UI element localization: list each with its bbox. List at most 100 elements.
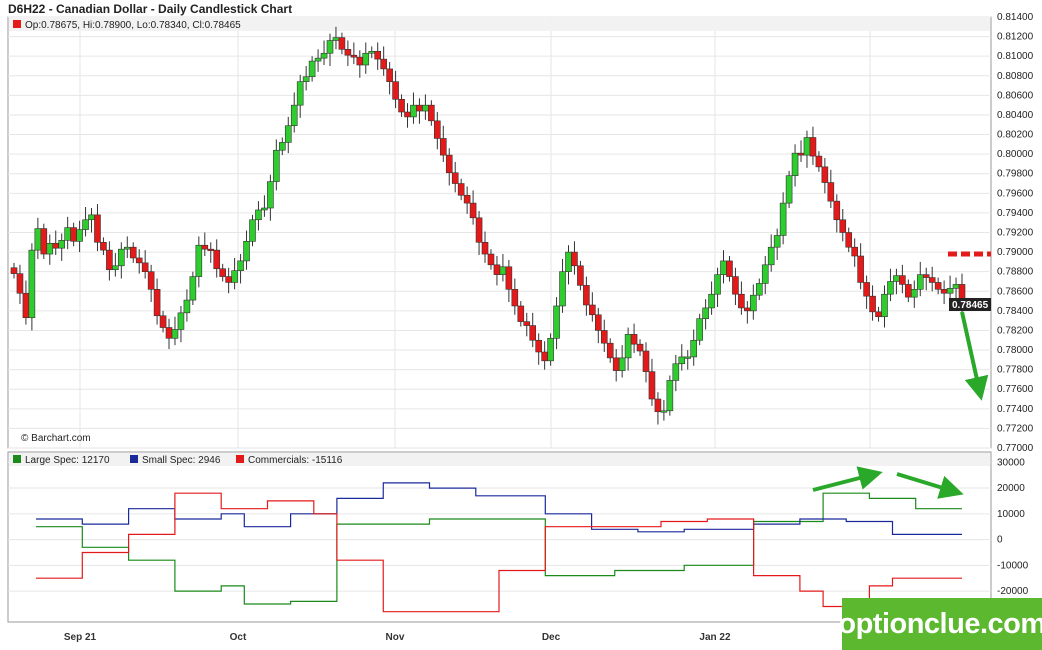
candle-body bbox=[445, 154, 453, 174]
candle-body bbox=[243, 241, 250, 262]
price-tick-label: 0.81000 bbox=[997, 51, 1034, 62]
legend-swatch bbox=[130, 455, 138, 463]
price-tick-label: 0.78600 bbox=[997, 286, 1034, 297]
candle-body bbox=[70, 227, 77, 242]
candle-body bbox=[487, 253, 495, 266]
candle-body bbox=[350, 54, 358, 58]
candle-body bbox=[475, 217, 483, 243]
candle-body bbox=[159, 315, 167, 328]
candle-body bbox=[642, 350, 650, 372]
candle-body bbox=[398, 98, 405, 113]
candle-body bbox=[571, 251, 578, 267]
candle-body bbox=[809, 137, 817, 157]
cot-tick-label: 0 bbox=[997, 535, 1003, 546]
candle-body bbox=[267, 181, 274, 209]
candle-body bbox=[177, 312, 185, 330]
candle-body bbox=[368, 50, 376, 54]
candle-body bbox=[821, 166, 829, 183]
candle-body bbox=[773, 235, 781, 248]
candle-body bbox=[833, 200, 841, 221]
candle-body bbox=[94, 214, 101, 243]
candle-body bbox=[905, 284, 912, 298]
candle-body bbox=[392, 81, 399, 100]
candle-body bbox=[559, 271, 566, 307]
candle-body bbox=[308, 60, 316, 78]
candle-body bbox=[732, 276, 739, 295]
candle-body bbox=[785, 175, 793, 204]
candle-body bbox=[106, 249, 113, 271]
candle-body bbox=[881, 293, 888, 318]
candle-body bbox=[332, 37, 340, 41]
candle-body bbox=[356, 56, 364, 66]
price-tick-label: 0.80200 bbox=[997, 130, 1034, 141]
x-tick-label: Jan 22 bbox=[699, 632, 731, 643]
candle-body bbox=[469, 202, 477, 219]
price-tick-label: 0.78400 bbox=[997, 306, 1034, 317]
candle-body bbox=[386, 68, 393, 82]
candle-body bbox=[851, 246, 858, 257]
price-tick-label: 0.78000 bbox=[997, 345, 1034, 356]
candle-body bbox=[600, 330, 608, 344]
candle-body bbox=[636, 343, 644, 352]
candle-body bbox=[58, 240, 65, 249]
candle-body bbox=[720, 260, 727, 275]
candle-body bbox=[744, 307, 751, 312]
candle-body bbox=[135, 257, 143, 264]
candle-body bbox=[535, 339, 542, 353]
price-tick-label: 0.80600 bbox=[997, 90, 1034, 101]
candle-body bbox=[839, 219, 847, 233]
candle-body bbox=[118, 248, 125, 267]
candle-body bbox=[595, 314, 602, 331]
candle-body bbox=[672, 363, 680, 381]
candle-body bbox=[797, 152, 805, 156]
candle-body bbox=[505, 266, 513, 290]
price-tick-label: 0.80800 bbox=[997, 71, 1034, 82]
candle-body bbox=[678, 356, 686, 365]
candle-body bbox=[64, 227, 71, 241]
candle-body bbox=[100, 241, 107, 251]
candle-body bbox=[10, 267, 18, 274]
candle-body bbox=[630, 334, 638, 345]
candle-body bbox=[547, 337, 554, 362]
candle-body bbox=[463, 194, 471, 204]
candle-body bbox=[577, 265, 584, 286]
candle-body bbox=[916, 274, 924, 290]
candle-body bbox=[302, 76, 310, 82]
last-price-label: 0.78465 bbox=[952, 300, 989, 311]
chart-title: D6H22 - Canadian Dollar - Daily Candlest… bbox=[8, 2, 292, 16]
candle-body bbox=[606, 342, 614, 359]
candle-body bbox=[928, 277, 936, 283]
brand-badge: optionclue.com bbox=[838, 598, 1042, 650]
candle-body bbox=[893, 275, 900, 282]
candle-body bbox=[231, 270, 238, 283]
price-tick-label: 0.79600 bbox=[997, 188, 1034, 199]
candle-body bbox=[517, 305, 525, 322]
candle-body bbox=[410, 104, 417, 118]
candle-body bbox=[219, 268, 226, 277]
cot-axis: 30000 20000 10000 0 -10000 -20000 bbox=[997, 457, 1029, 597]
candle-body bbox=[481, 241, 489, 255]
candle-body bbox=[457, 183, 465, 196]
candle-body bbox=[380, 58, 387, 70]
candle-body bbox=[434, 120, 441, 139]
candle-body bbox=[46, 242, 54, 255]
price-tick-label: 0.80400 bbox=[997, 110, 1034, 121]
candlestick-chart: D6H22 - Canadian Dollar - Daily Candlest… bbox=[7, 2, 1034, 643]
candle-body bbox=[803, 137, 811, 156]
candle-body bbox=[416, 104, 423, 112]
candle-body bbox=[40, 228, 48, 255]
candle-body bbox=[845, 232, 853, 248]
candle-body bbox=[82, 219, 89, 230]
candle-body bbox=[88, 214, 95, 221]
x-tick-label: Nov bbox=[386, 632, 405, 643]
candle-body bbox=[201, 244, 209, 250]
price-tick-label: 0.77400 bbox=[997, 404, 1034, 415]
candle-body bbox=[225, 276, 232, 283]
candle-body bbox=[779, 202, 787, 236]
candle-body bbox=[654, 398, 662, 413]
legend-swatch bbox=[236, 455, 244, 463]
candle-body bbox=[112, 265, 119, 271]
candle-body bbox=[690, 339, 697, 358]
candle-body bbox=[952, 284, 960, 289]
price-tick-label: 0.79200 bbox=[997, 228, 1034, 239]
